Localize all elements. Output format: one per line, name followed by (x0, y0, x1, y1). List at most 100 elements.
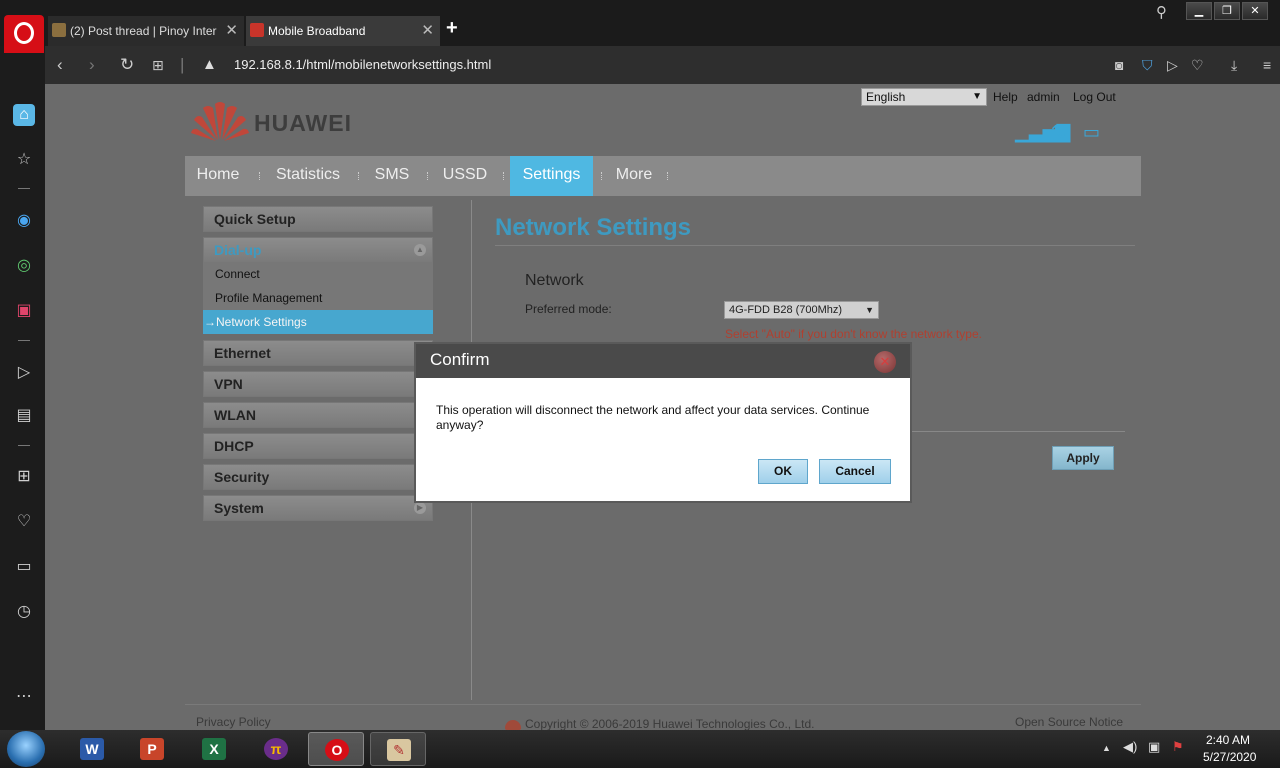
messenger-icon[interactable]: ◉ (13, 210, 35, 232)
taskbar-paint[interactable]: ✎ (370, 732, 426, 766)
menu-label: System (214, 500, 264, 516)
tab-pinoy-thread[interactable]: (2) Post thread | Pinoy Inter ✕ (48, 16, 244, 46)
chevron-right-icon: ▶ (414, 502, 426, 514)
menu-ethernet[interactable]: Ethernet (203, 340, 433, 366)
open-source-notice-link[interactable]: Open Source Notice (1015, 715, 1123, 729)
instagram-icon[interactable]: ▣ (13, 300, 35, 322)
download-icon[interactable]: ⤓ (1231, 57, 1237, 74)
nav-sms[interactable]: SMS (365, 156, 419, 196)
submenu-connect[interactable]: Connect (203, 262, 433, 286)
language-select[interactable]: English ▼ (861, 88, 987, 106)
clock-date[interactable]: 5/27/2020 (1203, 750, 1256, 764)
help-link[interactable]: Help (993, 90, 1018, 104)
start-button[interactable] (7, 731, 45, 767)
chevron-up-icon: ▲ (414, 244, 426, 256)
huawei-logo: HUAWEI (191, 100, 371, 142)
browser-sidebar: ⌂ ☆ ◉ ◎ ▣ ▷ ▤ ⊞ ♡ ▭ ◷ ⋯ (0, 84, 45, 730)
divider (495, 245, 1135, 246)
taskbar-opera[interactable]: O (308, 732, 364, 766)
apply-button[interactable]: Apply (1052, 446, 1114, 470)
minimize-button[interactable]: ▁ (1186, 2, 1212, 20)
logout-link[interactable]: Log Out (1073, 90, 1116, 104)
separator: | (180, 55, 185, 74)
cancel-button[interactable]: Cancel (819, 459, 891, 484)
nav-separator (358, 172, 360, 180)
submenu-network-settings[interactable]: →Network Settings (203, 310, 433, 334)
taskbar-word[interactable]: W (64, 732, 120, 766)
paint-icon: ✎ (387, 739, 411, 761)
send-icon[interactable]: ▷ (13, 362, 35, 384)
whatsapp-icon[interactable]: ◎ (13, 255, 35, 277)
opera-menu-icon[interactable] (4, 15, 44, 53)
maximize-button[interactable]: ❐ (1214, 2, 1240, 20)
section-title: Network (525, 272, 584, 289)
pi-network-icon: π (264, 738, 288, 760)
close-icon[interactable]: ✕ (874, 351, 896, 373)
preferred-mode-select[interactable]: 4G-FDD B28 (700Mhz) ▼ (724, 301, 879, 319)
volume-icon[interactable]: ◀) (1123, 739, 1137, 755)
nav-more[interactable]: More (609, 156, 659, 196)
menu-security[interactable]: Security (203, 464, 433, 490)
excel-icon: X (202, 738, 226, 760)
confirm-dialog: Confirm ✕ This operation will disconnect… (414, 342, 912, 503)
forward-icon[interactable]: › (89, 55, 95, 75)
snapshot-icon[interactable]: ◙ (1115, 57, 1123, 73)
taskbar-powerpoint[interactable]: P (124, 732, 180, 766)
nav-home[interactable]: Home (185, 156, 251, 196)
heart-icon[interactable]: ♡ (13, 511, 35, 533)
taskbar-pi-app[interactable]: π (248, 732, 304, 766)
divider (909, 431, 1125, 432)
menu-quick-setup[interactable]: Quick Setup (203, 206, 433, 232)
connection-status-icon: ▭ (1083, 122, 1101, 142)
show-hidden-icons-icon[interactable]: ▲ (1102, 743, 1111, 753)
huawei-flower-icon (191, 102, 249, 141)
nav-ussd[interactable]: USSD (435, 156, 495, 196)
menu-vpn[interactable]: VPN (203, 371, 433, 397)
submenu-profile-management[interactable]: Profile Management (203, 286, 433, 310)
back-icon[interactable]: ‹ (57, 55, 63, 75)
menu-wlan[interactable]: WLAN (203, 402, 433, 428)
data-transfer-icon: ⇅ (1051, 122, 1067, 142)
tab-grid-icon[interactable]: ⊞ (152, 57, 164, 74)
news-icon[interactable]: ▭ (13, 556, 35, 578)
divider (18, 188, 30, 189)
tab-title: (2) Post thread | Pinoy Inter (70, 24, 217, 38)
divider (18, 340, 30, 341)
action-center-icon[interactable]: ⚑ (1172, 739, 1184, 755)
menu-system[interactable]: System ▶ (203, 495, 433, 521)
close-window-button[interactable]: ✕ (1242, 2, 1268, 20)
clock-time[interactable]: 2:40 AM (1206, 733, 1250, 747)
extensions-icon[interactable]: ⊞ (13, 466, 35, 488)
tab-mobile-broadband[interactable]: Mobile Broadband ✕ (246, 16, 440, 46)
preferred-mode-label: Preferred mode: (525, 302, 612, 316)
menu-dhcp[interactable]: DHCP (203, 433, 433, 459)
privacy-policy-link[interactable]: Privacy Policy (196, 715, 271, 729)
nav-settings[interactable]: Settings (510, 156, 593, 196)
more-icon[interactable]: ⋯ (13, 686, 35, 708)
plus-icon[interactable]: + (446, 17, 458, 40)
heart-icon[interactable]: ♡ (1191, 57, 1204, 74)
wallet-icon[interactable]: ▤ (13, 405, 35, 427)
shield-icon[interactable]: ⛉ (1142, 57, 1153, 74)
reload-icon[interactable]: ↻ (120, 55, 134, 75)
home-icon[interactable]: ⌂ (13, 104, 35, 126)
tab-close-icon[interactable]: ✕ (421, 16, 434, 46)
send-icon[interactable]: ▷ (1167, 57, 1178, 74)
menu-dial-up[interactable]: Dial-up ▲ (203, 237, 433, 263)
ok-button[interactable]: OK (758, 459, 808, 484)
browser-tab-bar: (2) Post thread | Pinoy Inter ✕ Mobile B… (0, 0, 1280, 53)
search-icon[interactable]: ⚲ (1156, 3, 1167, 21)
taskbar-excel[interactable]: X (186, 732, 242, 766)
powerpoint-icon: P (140, 738, 164, 760)
network-icon[interactable]: ▣ (1148, 739, 1160, 755)
url-field[interactable]: 192.168.8.1/html/mobilenetworksettings.h… (234, 57, 491, 72)
admin-link[interactable]: admin (1027, 90, 1060, 104)
history-icon[interactable]: ◷ (13, 601, 35, 623)
menu-icon[interactable]: ≡ (1263, 57, 1271, 73)
opera-icon: O (325, 739, 349, 761)
copyright-text: Copyright © 2006-2019 Huawei Technologie… (525, 717, 815, 730)
nav-statistics[interactable]: Statistics (265, 156, 351, 196)
star-icon[interactable]: ☆ (13, 149, 35, 171)
tab-close-icon[interactable]: ✕ (225, 16, 238, 46)
not-secure-warning-icon[interactable]: ▲ (202, 56, 217, 73)
